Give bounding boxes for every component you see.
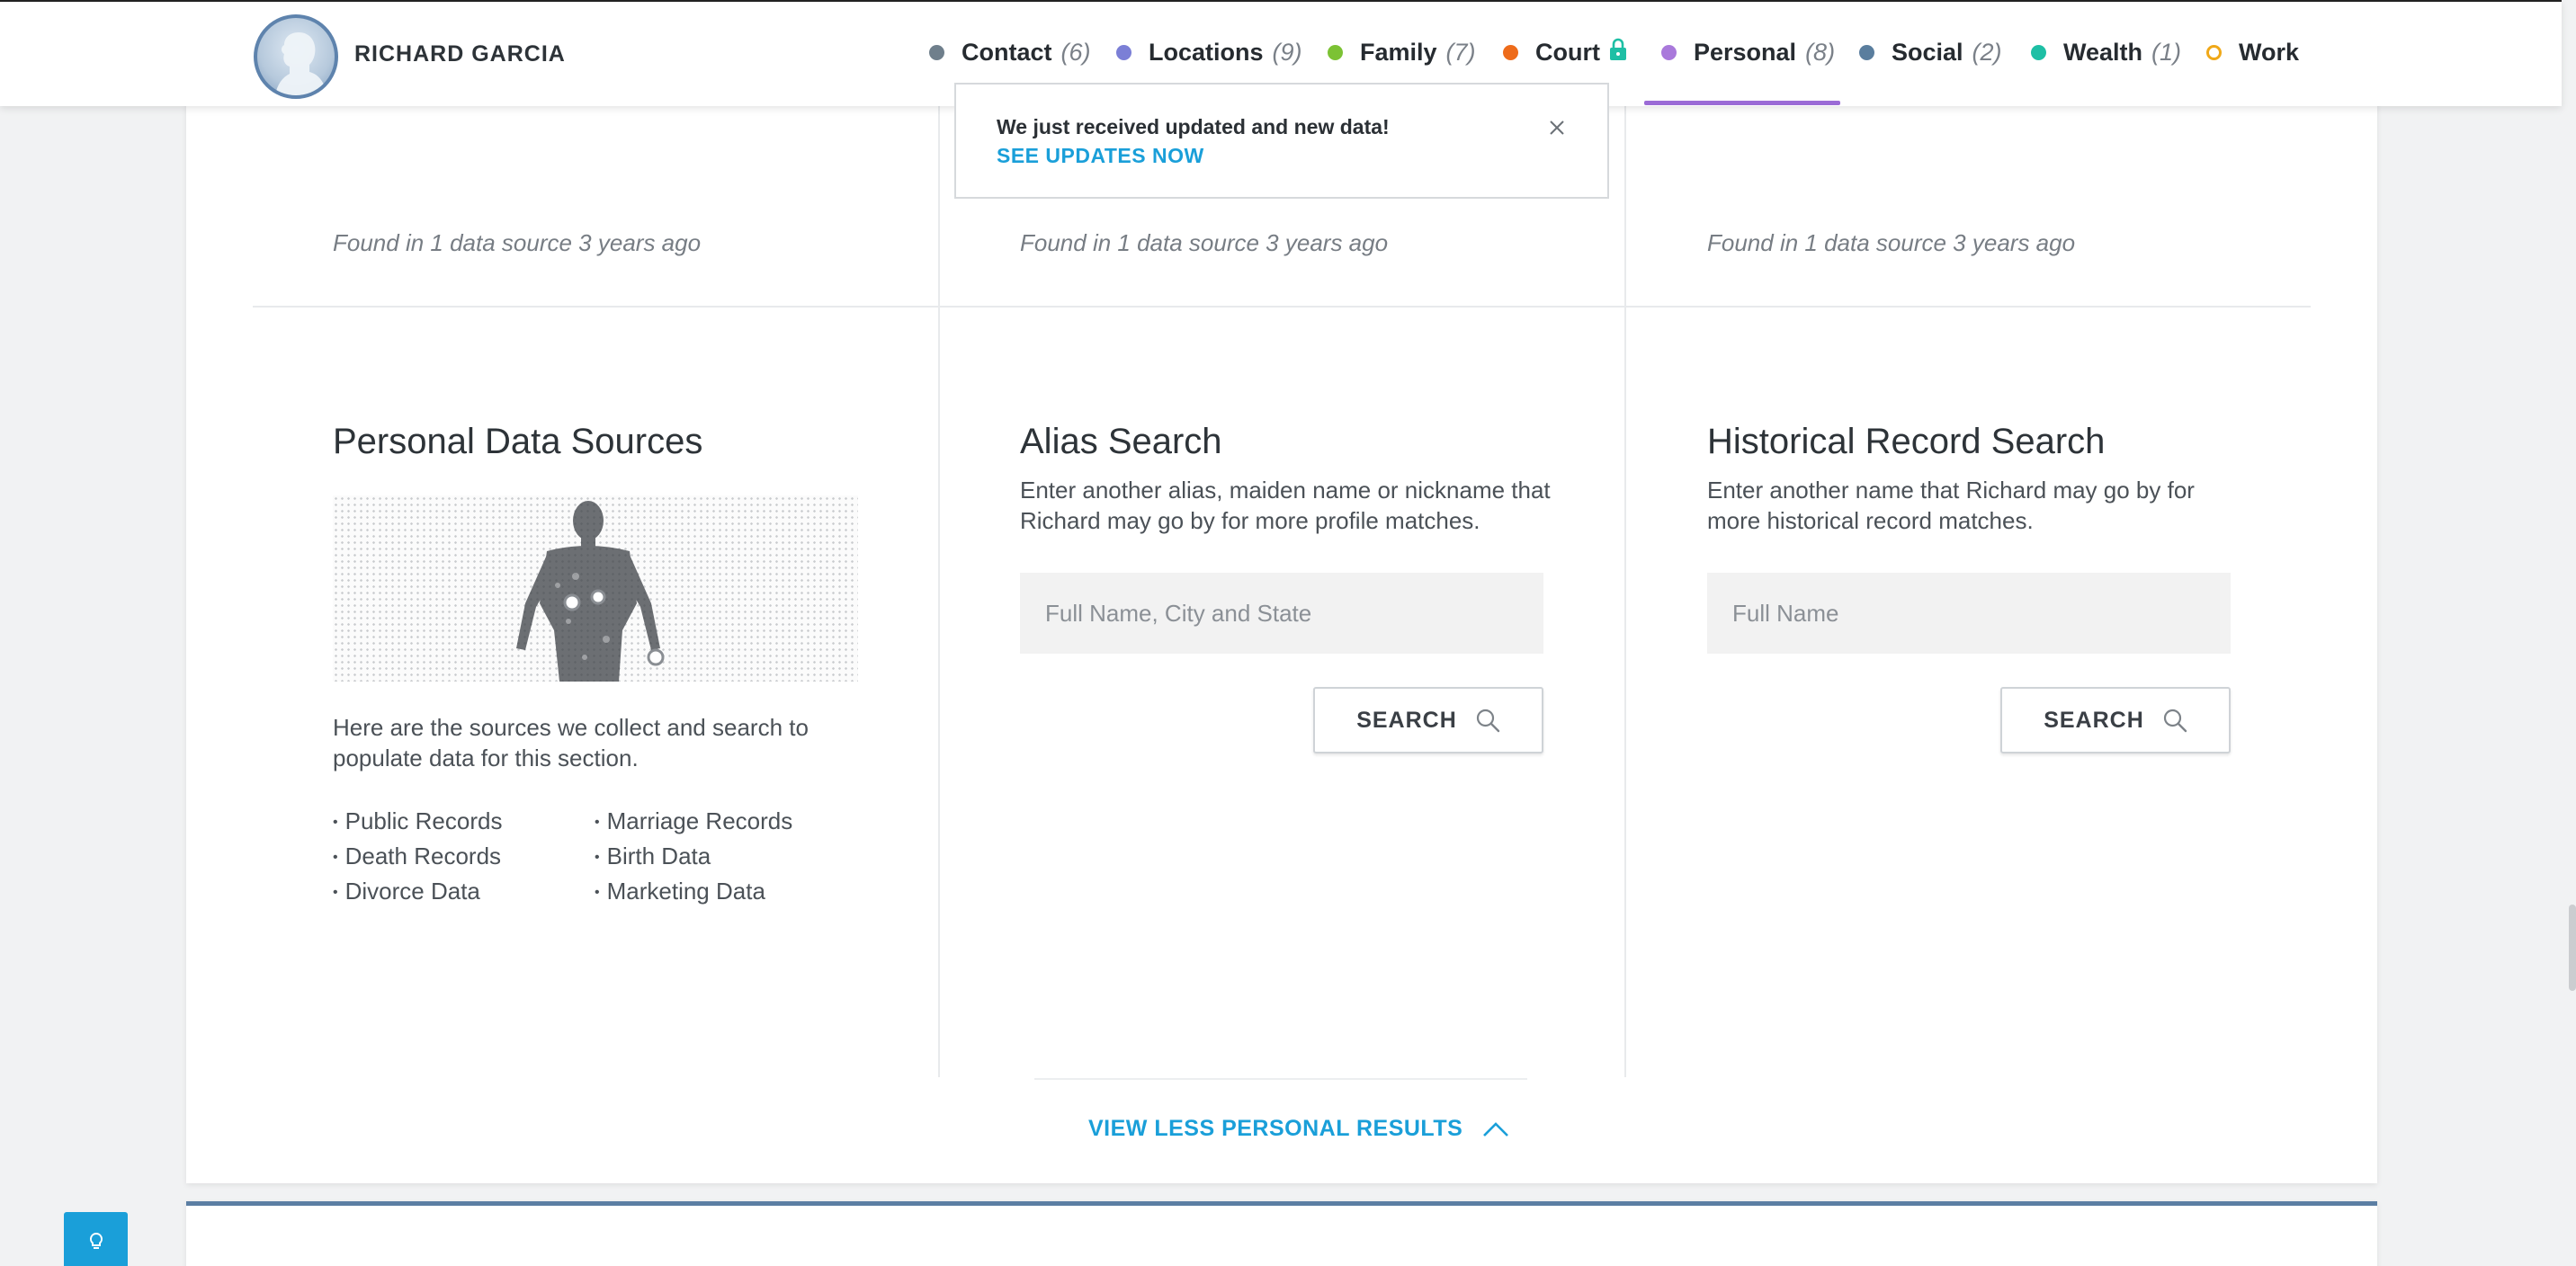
column-divider: [1624, 104, 1626, 1077]
search-icon: [2163, 709, 2187, 733]
nav-item-court[interactable]: Court: [1503, 34, 1627, 70]
update-notification: We just received updated and new data! S…: [954, 83, 1609, 199]
historical-search-button[interactable]: SEARCH: [2000, 687, 2231, 753]
nav-item-family[interactable]: Family (7): [1328, 34, 1476, 70]
nav-item-work[interactable]: Work: [2206, 34, 2299, 70]
nav-item-locations[interactable]: Locations (9): [1116, 34, 1302, 70]
alias-search-title: Alias Search: [1020, 422, 1222, 461]
close-icon: [1550, 120, 1564, 135]
search-icon: [1476, 709, 1499, 733]
nav-label: Work: [2239, 38, 2300, 66]
status-dot: [1116, 44, 1131, 60]
sources-list-left: • Public Records • Death Records • Divorce …: [333, 806, 502, 911]
column-divider: [938, 104, 940, 1077]
historical-search-title: Historical Record Search: [1707, 422, 2106, 461]
nav-label: Wealth: [2063, 38, 2143, 66]
search-button-label: SEARCH: [2044, 707, 2144, 733]
active-tab-indicator: [1644, 101, 1840, 105]
nav-count: (9): [1272, 38, 1302, 66]
nav-item-contact[interactable]: Contact (6): [929, 34, 1091, 70]
found-text-3: Found in 1 data source 3 years ago: [1707, 229, 2076, 256]
lightbulb-icon: [89, 1232, 103, 1249]
notification-message: We just received updated and new data!: [997, 115, 1390, 138]
see-updates-link[interactable]: SEE UPDATES NOW: [997, 144, 1204, 168]
alias-search-input[interactable]: [1020, 573, 1543, 654]
found-text-2: Found in 1 data source 3 years ago: [1020, 229, 1389, 256]
page-scrollbar[interactable]: [2569, 905, 2576, 991]
list-item: • Public Records: [333, 807, 503, 834]
found-text-1: Found in 1 data source 3 years ago: [333, 229, 702, 256]
list-item: • Divorce Data: [333, 878, 480, 905]
sources-list-right: • Marriage Records • Birth Data • Marketing…: [595, 806, 792, 911]
nav-label: Contact: [962, 38, 1052, 66]
list-item: • Marketing Data: [595, 878, 765, 905]
avatar: [254, 14, 338, 99]
status-dot: [1859, 44, 1874, 60]
nav-count: (1): [2151, 38, 2182, 66]
view-less-label: VIEW LESS PERSONAL RESULTS: [1088, 1116, 1463, 1141]
human-data-figure: [333, 495, 858, 682]
alias-search-button[interactable]: SEARCH: [1313, 687, 1543, 753]
status-dot: [929, 44, 944, 60]
nav-item-wealth[interactable]: Wealth (1): [2031, 34, 2181, 70]
body-network-illustration: [516, 501, 665, 682]
sources-description: Here are the sources we collect and sear…: [333, 714, 809, 771]
status-dot: [2206, 44, 2222, 60]
nav-count: (8): [1805, 38, 1836, 66]
sources-title: Personal Data Sources: [333, 422, 703, 461]
nav-item-personal[interactable]: Personal (8): [1661, 34, 1835, 70]
nav-item-social[interactable]: Social (2): [1859, 34, 2002, 70]
view-less-results-link[interactable]: VIEW LESS PERSONAL RESULTS: [1088, 1116, 1509, 1142]
list-item: • Death Records: [333, 843, 502, 869]
list-item: • Marriage Records: [595, 807, 793, 834]
next-section-card: [186, 1201, 2377, 1266]
nav-label: Personal: [1694, 38, 1797, 66]
nav-label: Family: [1360, 38, 1437, 66]
nav-label: Social: [1892, 38, 1963, 66]
chevron-up-icon: [1483, 1121, 1509, 1137]
status-dot: [1661, 44, 1677, 60]
nav-count: (6): [1060, 38, 1091, 66]
historical-search-input[interactable]: [1707, 573, 2231, 654]
nav-label: Locations: [1149, 38, 1264, 66]
close-notification-button[interactable]: [1546, 117, 1568, 138]
search-button-label: SEARCH: [1356, 707, 1457, 733]
help-tips-button[interactable]: [64, 1212, 128, 1266]
profile-silhouette-icon: [275, 32, 327, 95]
lock-icon: [1609, 38, 1627, 67]
row-divider: [253, 306, 2311, 308]
status-dot: [2031, 44, 2046, 60]
nav-label: Court: [1535, 38, 1600, 66]
status-dot: [1328, 44, 1343, 60]
alias-search-description: Enter another alias, maiden name or nick…: [1020, 477, 1551, 534]
list-item: • Birth Data: [595, 843, 711, 869]
profile-name: RICHARD GARCIA: [354, 41, 566, 67]
nav-count: (7): [1445, 38, 1476, 66]
status-dot: [1503, 44, 1518, 60]
nav-count: (2): [1972, 38, 2002, 66]
historical-search-description: Enter another name that Richard may go b…: [1707, 477, 2195, 534]
view-less-divider: [1034, 1078, 1527, 1080]
